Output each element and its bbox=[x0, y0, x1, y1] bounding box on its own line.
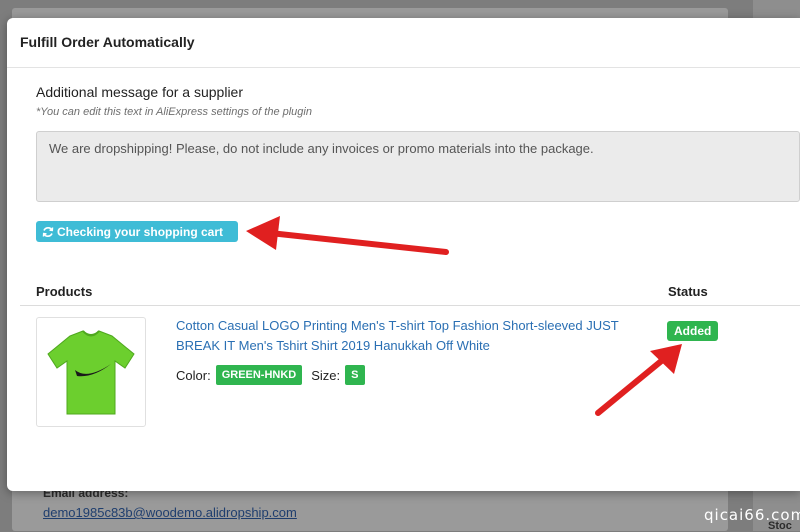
arrow-to-status-badge bbox=[595, 344, 682, 416]
watermark-text: qicai66.com bbox=[704, 506, 800, 524]
annotation-arrows bbox=[246, 216, 682, 416]
arrow-to-cart-button bbox=[246, 216, 449, 255]
